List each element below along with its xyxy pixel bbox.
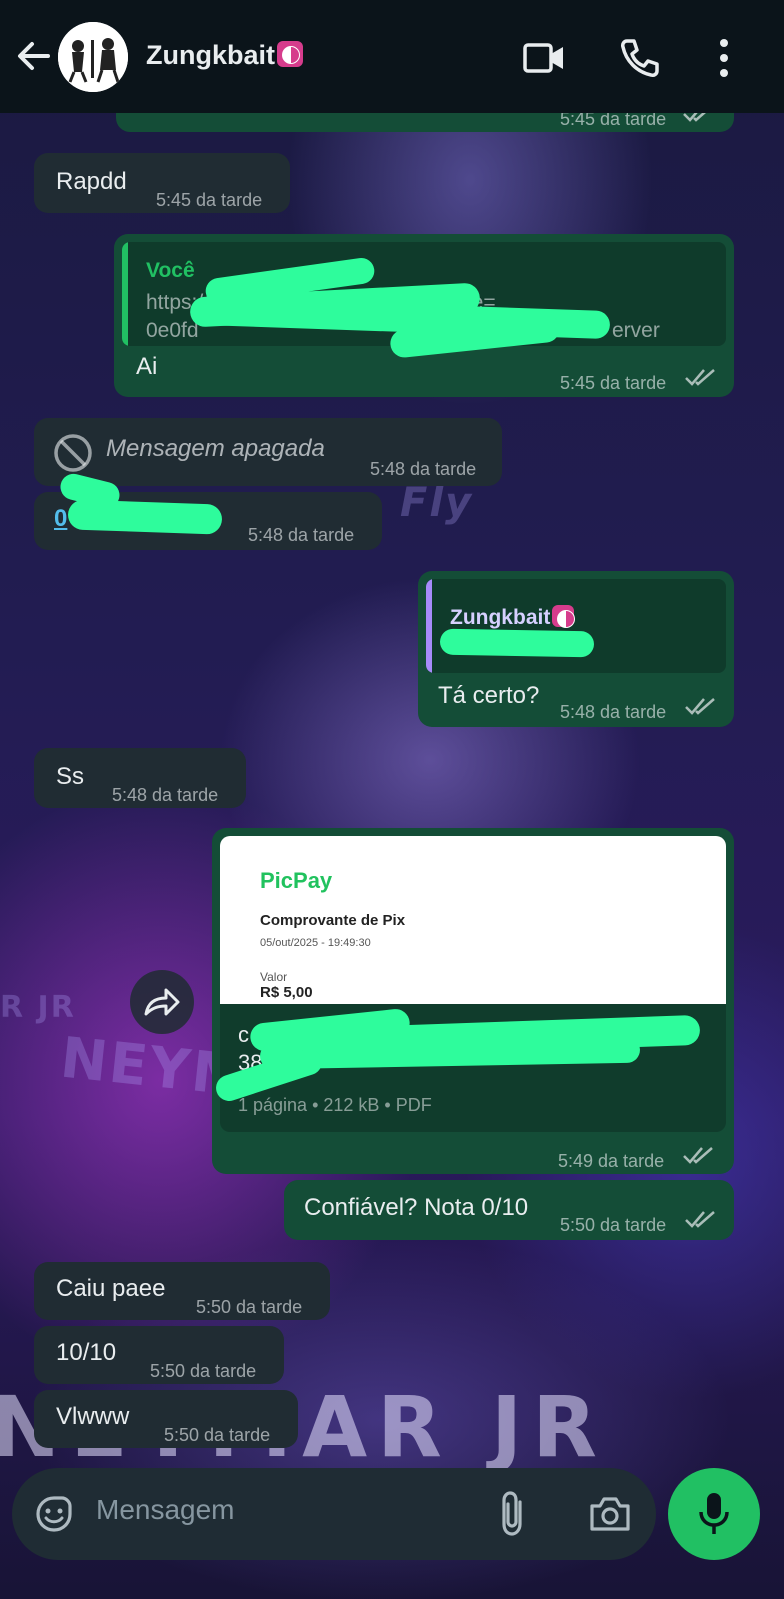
document-preview[interactable]: PicPay Comprovante de Pix 05/out/2025 - …: [220, 836, 726, 1004]
quoted-message[interactable]: Zungkbait: [426, 579, 726, 673]
forward-icon: [144, 988, 180, 1016]
forward-button[interactable]: [130, 970, 194, 1034]
message-bubble-document[interactable]: PicPay Comprovante de Pix 05/out/2025 - …: [212, 828, 734, 1174]
message-time: 5:45 da tarde: [560, 373, 667, 393]
message-time: 5:50 da tarde: [164, 1425, 271, 1445]
message-text: Confiável? Nota 0/10: [304, 1194, 529, 1221]
sticker-emoji-icon[interactable]: [32, 1492, 76, 1536]
message-bubble-deleted[interactable]: Mensagem apagada 5:48 da tarde: [34, 418, 502, 486]
yin-yang-emoji-icon: [277, 41, 303, 67]
message-text: Caiu paee: [56, 1275, 166, 1302]
message-input[interactable]: Mensagem: [96, 1494, 235, 1526]
document-info[interactable]: c 749 38.pdf 1 página • 212 kB • PDF: [220, 1004, 726, 1132]
contact-name-text: Zungkbait: [146, 40, 275, 70]
deleted-message-text: Mensagem apagada: [106, 435, 325, 462]
quote-text-line2: 0e0fd: [146, 319, 199, 342]
quote-text-line1: https://: [146, 291, 210, 314]
message-composer: Mensagem: [12, 1468, 656, 1560]
message-text: Ai: [136, 353, 158, 380]
blocked-icon: [54, 434, 92, 472]
message-bubble-incoming[interactable]: Caiu paee 5:50 da tarde: [34, 1262, 330, 1320]
quote-text-line2-end: erver: [612, 319, 660, 342]
document-meta: 1 página • 212 kB • PDF: [238, 1095, 432, 1115]
document-file-name: c: [238, 1022, 249, 1047]
more-options-icon[interactable]: [704, 36, 744, 80]
attach-icon[interactable]: [496, 1490, 532, 1538]
document-date: 05/out/2025 - 19:49:30: [260, 937, 371, 949]
message-time: 5:48 da tarde: [560, 702, 667, 722]
quote-text-line1-end: de=: [460, 291, 496, 314]
message-time: 5:50 da tarde: [150, 1361, 257, 1381]
message-bubble-outgoing-reply[interactable]: Zungkbait Tá certo? 5:48 da tarde: [418, 571, 734, 727]
back-arrow-icon[interactable]: [14, 36, 54, 76]
quote-author: Você: [146, 259, 195, 282]
quote-author: Zungkbait: [450, 603, 576, 633]
message-time: 5:50 da tarde: [196, 1297, 303, 1317]
quote-accent-bar: [122, 242, 128, 346]
read-ticks-icon: [685, 698, 715, 715]
message-bubble-incoming[interactable]: Rapdd 5:45 da tarde: [34, 153, 290, 213]
chat-header-overlay: Zungkbait: [0, 0, 784, 113]
message-time: 5:48 da tarde: [248, 525, 355, 545]
quoted-message[interactable]: Você https:// de= 0e0fd erver: [122, 242, 726, 346]
message-bubble-incoming[interactable]: Vlwww 5:50 da tarde: [34, 1390, 298, 1448]
voice-record-button[interactable]: [668, 1468, 760, 1560]
phone-call-icon[interactable]: [618, 36, 662, 80]
contact-name[interactable]: Zungkbait: [146, 40, 303, 71]
camera-icon[interactable]: [588, 1494, 632, 1534]
message-time: 5:48 da tarde: [370, 459, 477, 479]
message-bubble-outgoing[interactable]: Confiável? Nota 0/10 5:50 da tarde: [284, 1180, 734, 1240]
message-bubble-incoming[interactable]: 10/10 5:50 da tarde: [34, 1326, 284, 1384]
read-ticks-icon: [683, 1147, 713, 1164]
message-time: 5:50 da tarde: [560, 1215, 667, 1235]
video-call-icon[interactable]: [522, 36, 566, 80]
message-link[interactable]: 0: [54, 504, 67, 534]
document-file-name-line2: 38.pdf: [238, 1050, 300, 1075]
message-time: 5:49 da tarde: [558, 1151, 665, 1171]
microphone-icon: [699, 1493, 729, 1534]
message-time: 5:45 da tarde: [156, 190, 263, 210]
read-ticks-icon: [685, 1211, 715, 1228]
message-text: Ss: [56, 763, 85, 790]
message-text: Tá certo?: [438, 682, 540, 709]
picpay-logo: PicPay: [260, 868, 333, 893]
message-text: Vlwww: [56, 1403, 130, 1430]
contact-avatar[interactable]: [58, 22, 128, 92]
document-file-name-end: 749: [640, 1022, 677, 1047]
message-bubble-outgoing-reply[interactable]: Você https:// de= 0e0fd erver Ai 5:45 da…: [114, 234, 734, 397]
message-text: Rapdd: [56, 168, 127, 195]
quote-author-text: Zungkbait: [450, 606, 551, 629]
message-text: 10/10: [56, 1339, 117, 1366]
read-ticks-icon: [685, 369, 715, 386]
yin-yang-emoji-icon: [552, 605, 576, 628]
message-time: 5:48 da tarde: [112, 785, 219, 805]
quote-accent-bar: [426, 579, 432, 673]
message-bubble-incoming-link[interactable]: 0 5:48 da tarde: [34, 492, 382, 550]
message-bubble-incoming[interactable]: Ss 5:48 da tarde: [34, 748, 246, 808]
